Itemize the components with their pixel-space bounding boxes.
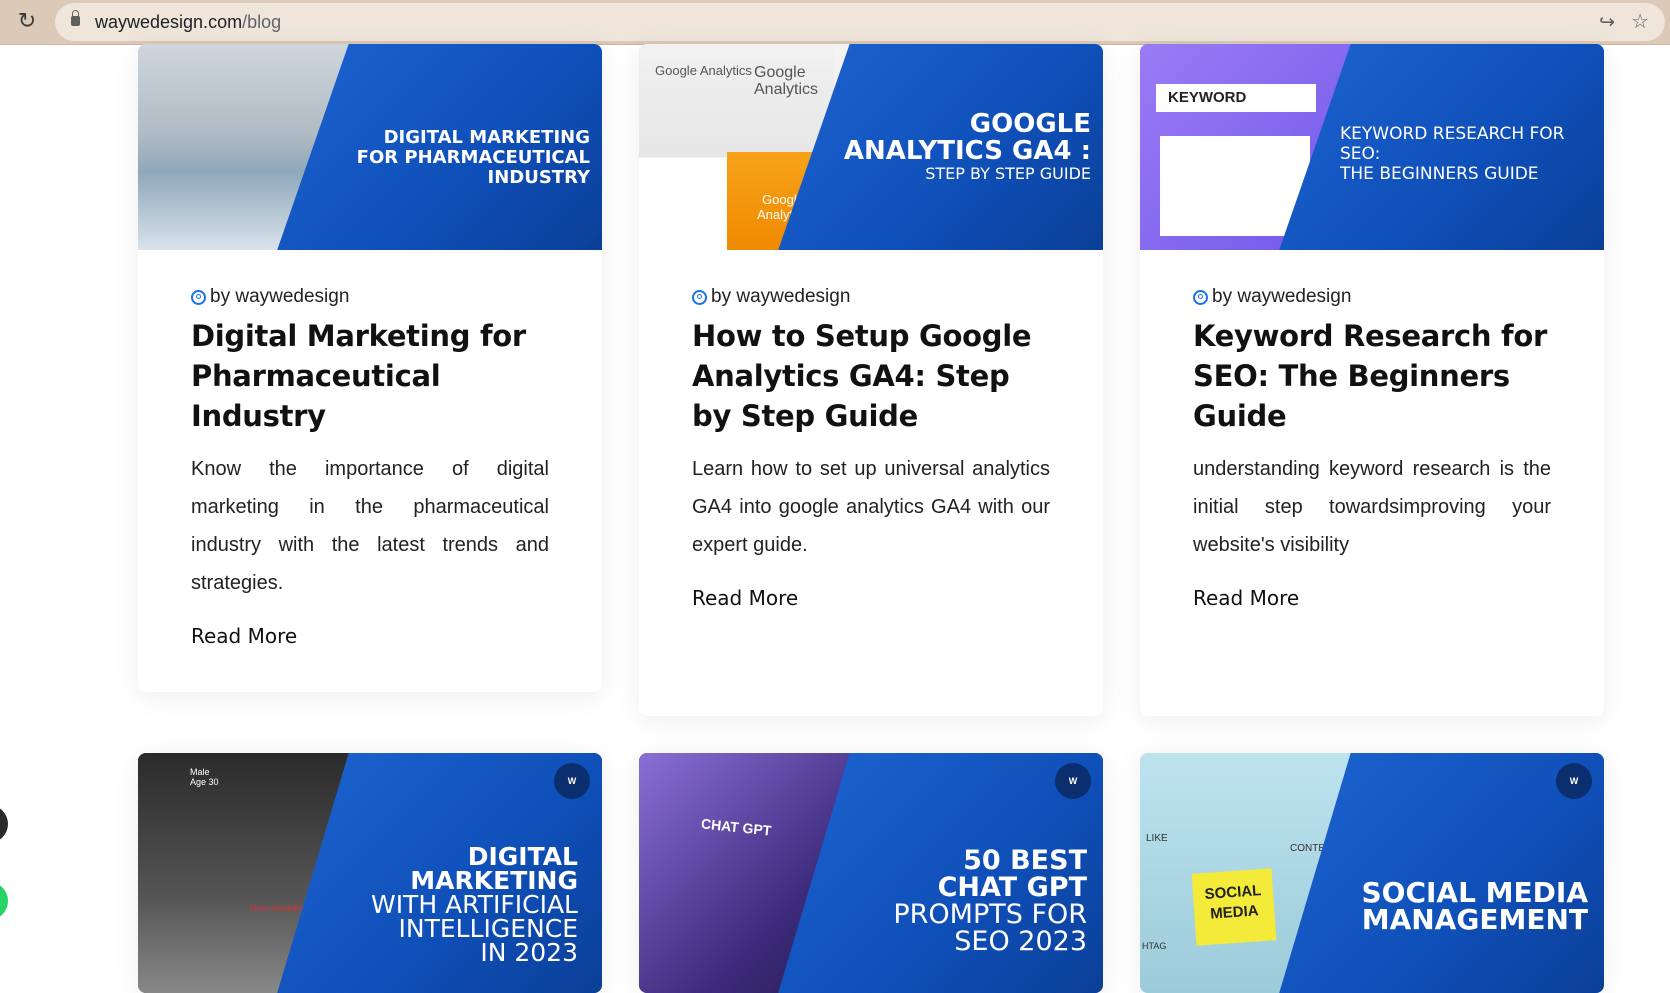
post-author[interactable]: by waywedesign — [191, 286, 549, 308]
post-author[interactable]: by waywedesign — [692, 286, 1050, 308]
banner-title: DIGITAL MARKETING WITH ARTIFICIAL INTELL… — [370, 842, 578, 967]
user-icon — [191, 289, 206, 305]
post-title[interactable]: How to Setup Google Analytics GA4: Step … — [692, 316, 1050, 436]
post-thumbnail[interactable]: Male Age 30 New Available W DIGITAL MARK… — [138, 753, 602, 993]
post-thumbnail[interactable]: DIGITAL MARKETING FOR PHARMACEUTICAL IND… — [138, 44, 602, 250]
blog-card: Google Analytics Google Analytics Google… — [639, 44, 1103, 716]
blog-card: CHAT GPT W 50 BEST CHAT GPT PROMPTS FOR … — [639, 753, 1103, 993]
post-excerpt: Know the importance of digital marketing… — [191, 458, 549, 594]
banner-title: SOCIAL MEDIA MANAGEMENT — [1361, 876, 1588, 936]
card-body: by waywedesign How to Setup Google Analy… — [639, 250, 1103, 654]
brand-logo-icon: W — [1055, 763, 1091, 799]
banner-title: KEYWORD RESEARCH FOR SEO: THE BEGINNERS … — [1340, 124, 1565, 184]
whatsapp-icon[interactable] — [0, 882, 8, 920]
bookmark-star-icon[interactable]: ☆ — [1631, 9, 1649, 33]
share-icon[interactable]: ↪ — [1599, 11, 1615, 33]
reload-icon[interactable]: ↻ — [14, 9, 40, 35]
user-icon — [1193, 289, 1208, 305]
post-author[interactable]: by waywedesign — [1193, 286, 1551, 308]
user-icon — [692, 289, 707, 305]
address-bar[interactable]: waywedesign.com/blog ↪ ☆ — [55, 3, 1665, 41]
brand-logo-icon: W — [1556, 763, 1592, 799]
photo-label: LIKE — [1146, 833, 1168, 844]
blog-card: DIGITAL MARKETING FOR PHARMACEUTICAL IND… — [138, 44, 602, 692]
banner-title: DIGITAL MARKETING FOR PHARMACEUTICAL IND… — [356, 127, 590, 188]
keyword-label: KEYWORD — [1156, 84, 1316, 112]
browser-toolbar: ↻ waywedesign.com/blog ↪ ☆ — [0, 0, 1670, 45]
card-body: by waywedesign Digital Marketing for Pha… — [138, 250, 602, 692]
read-more-link[interactable]: Read More — [191, 624, 297, 648]
post-thumbnail[interactable]: KEYWORD KEYWORD RESEARCH FOR SEO: THE BE… — [1140, 44, 1604, 250]
blog-card: Male Age 30 New Available W DIGITAL MARK… — [138, 753, 602, 993]
photo-label: HTAG — [1142, 941, 1167, 951]
blog-card: SOCIAL MEDIA LIKE CONTENT HTAG W SOCIAL … — [1140, 753, 1604, 993]
brand-logo-icon: W — [554, 763, 590, 799]
photo-label: New Available — [250, 903, 307, 913]
read-more-link[interactable]: Read More — [692, 586, 798, 610]
banner-title: GOOGLE ANALYTICS GA4 : STEP BY STEP GUID… — [843, 109, 1091, 183]
post-excerpt: Learn how to set up universal analytics … — [692, 458, 1050, 556]
post-thumbnail[interactable]: Google Analytics Google Analytics Google… — [639, 44, 1103, 250]
post-thumbnail[interactable]: SOCIAL MEDIA LIKE CONTENT HTAG W SOCIAL … — [1140, 753, 1604, 993]
post-title[interactable]: Keyword Research for SEO: The Beginners … — [1193, 316, 1551, 436]
post-excerpt: understanding keyword research is the in… — [1193, 458, 1551, 556]
post-title[interactable]: Digital Marketing for Pharmaceutical Ind… — [191, 316, 549, 436]
google-analytics-label: Google Analytics — [655, 63, 752, 78]
photo-label: Male Age 30 — [190, 767, 219, 787]
social-media-note: SOCIAL MEDIA — [1191, 868, 1277, 946]
google-analytics-label: Google Analytics — [754, 64, 819, 98]
read-more-link[interactable]: Read More — [1193, 586, 1299, 610]
post-thumbnail[interactable]: CHAT GPT W 50 BEST CHAT GPT PROMPTS FOR … — [639, 753, 1103, 993]
banner-title: 50 BEST CHAT GPT PROMPTS FOR SEO 2023 — [893, 845, 1087, 957]
chart-illustration — [1160, 136, 1310, 236]
card-body: by waywedesign Keyword Research for SEO:… — [1140, 250, 1604, 654]
url-text[interactable]: waywedesign.com/blog — [95, 12, 281, 33]
blog-card: KEYWORD KEYWORD RESEARCH FOR SEO: THE BE… — [1140, 44, 1604, 716]
lock-icon[interactable] — [71, 10, 80, 26]
floating-chat-icon[interactable] — [0, 805, 8, 843]
